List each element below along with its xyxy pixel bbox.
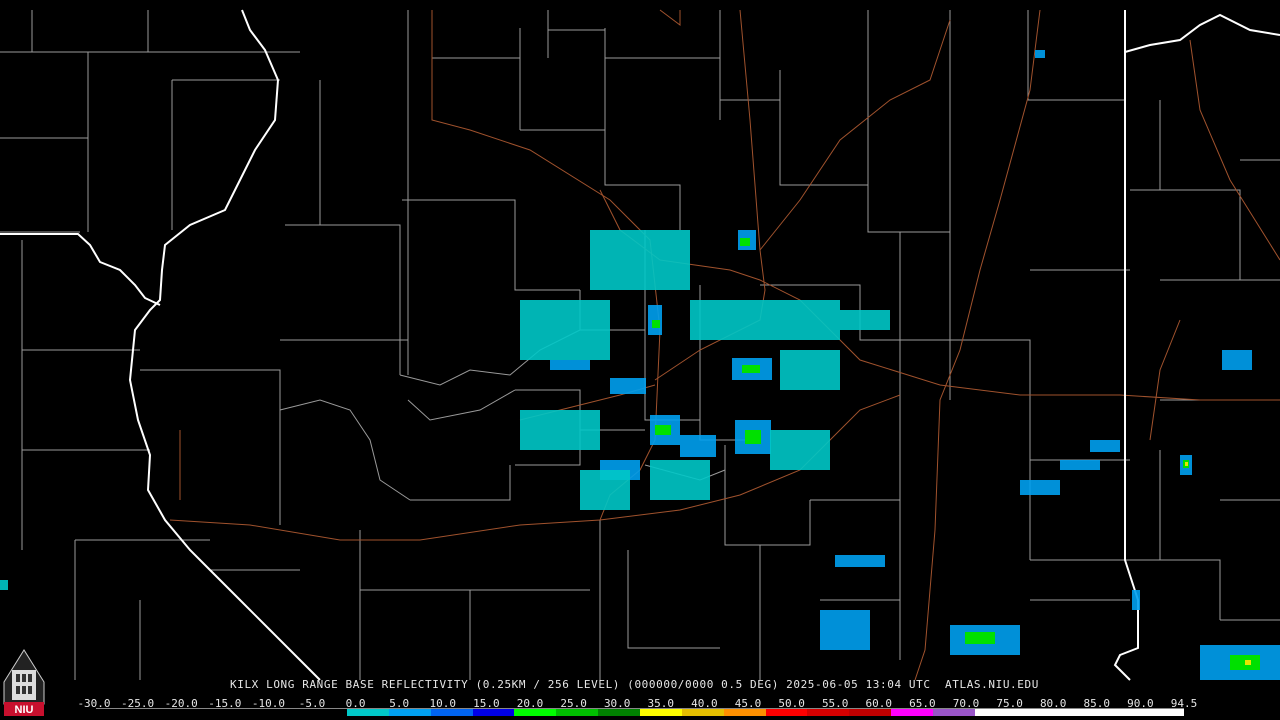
scale-swatch (1142, 708, 1184, 716)
scale-swatch (556, 708, 599, 716)
county-borders (0, 10, 1280, 680)
reflectivity-color-scale (96, 708, 1184, 716)
scale-swatch (598, 708, 640, 716)
scale-swatch (807, 708, 850, 716)
scale-swatch (221, 708, 264, 716)
scale-swatch (179, 708, 222, 716)
scale-swatch (765, 708, 808, 716)
highways (169, 9, 1280, 681)
scale-swatch (472, 708, 515, 716)
scale-swatch (723, 708, 766, 716)
state-borders (0, 9, 1280, 681)
radar-map (0, 9, 1280, 681)
scale-swatch (1058, 708, 1101, 716)
scale-swatch (1100, 708, 1143, 716)
scale-swatch (347, 708, 389, 716)
scale-swatch (430, 708, 473, 716)
niu-logo: NIU (2, 648, 46, 716)
scale-swatch (305, 708, 348, 716)
scale-swatch (263, 708, 306, 716)
radar-viewer: NIU KILX LONG RANGE BASE REFLECTIVITY (0… (0, 0, 1280, 720)
scale-swatch (639, 708, 682, 716)
scale-swatch (514, 708, 557, 716)
scale-swatch (932, 708, 975, 716)
radar-echoes (0, 50, 1280, 680)
scale-swatch (388, 708, 431, 716)
scale-swatch (96, 708, 138, 716)
scale-swatch (891, 708, 933, 716)
niu-logo-icon: NIU (3, 649, 45, 716)
scale-swatch (137, 708, 180, 716)
scale-swatch (1016, 708, 1059, 716)
logo-text: NIU (15, 704, 34, 716)
scale-swatch (681, 708, 724, 716)
scale-swatch (849, 708, 892, 716)
product-caption: KILX LONG RANGE BASE REFLECTIVITY (0.25K… (230, 678, 1039, 691)
scale-swatch (974, 708, 1017, 716)
